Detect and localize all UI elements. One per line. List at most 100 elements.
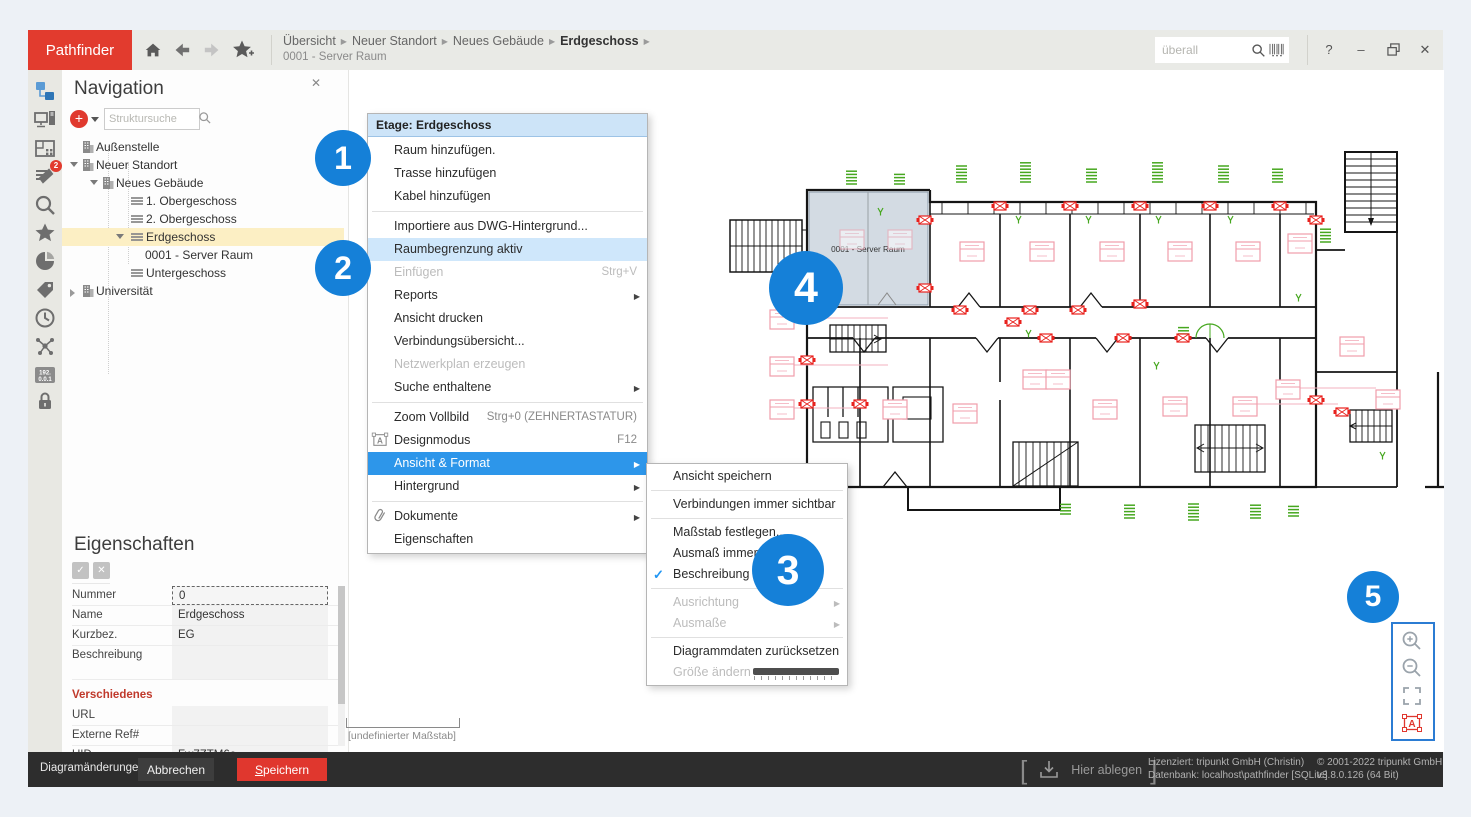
menu-item-ansicht-drucken[interactable]: Ansicht drucken xyxy=(368,307,647,330)
menu-item-ausmaße[interactable]: Ausmaße▶ xyxy=(647,613,847,634)
tree-item-universit-t[interactable]: Universität xyxy=(62,282,344,300)
menu-item-größe-ändern[interactable]: Größe ändern xyxy=(647,662,847,683)
property-value[interactable] xyxy=(172,646,328,679)
search-icon[interactable] xyxy=(1251,43,1266,58)
green-mark xyxy=(1016,216,1021,224)
menu-item-verbindungsübersicht-[interactable]: Verbindungsübersicht... xyxy=(368,330,647,353)
tree-item-0001-server-raum[interactable]: 0001 - Server Raum xyxy=(62,246,344,264)
menu-item-ansicht-&-format[interactable]: Ansicht & Format▶ xyxy=(368,452,647,475)
chevron-down-icon[interactable] xyxy=(116,234,124,239)
menu-item-zoom-vollbild[interactable]: Zoom VollbildStrg+0 (ZEHNERTASTATUR) xyxy=(368,406,647,429)
tree-item-au-enstelle[interactable]: Außenstelle xyxy=(62,138,344,156)
annotation-circle-2: 2 xyxy=(315,240,371,296)
global-search-input[interactable] xyxy=(1155,43,1251,57)
sidebar-pie-chart-icon[interactable] xyxy=(34,250,56,272)
menu-item-maßstab-festlegen-[interactable]: Maßstab festlegen... xyxy=(647,522,847,543)
design-mode-icon[interactable]: A xyxy=(1401,712,1423,734)
barcode-icon[interactable] xyxy=(1269,43,1285,57)
property-value[interactable]: 0 xyxy=(172,586,328,605)
data-socket-symbol xyxy=(960,242,984,261)
menu-item-importiere-aus-dwg-hintergrund-[interactable]: Importiere aus DWG-Hintergrund... xyxy=(368,215,647,238)
menu-item-ansicht-speichern[interactable]: Ansicht speichern xyxy=(647,466,847,487)
submenu-arrow-icon: ▶ xyxy=(634,453,640,476)
home-icon[interactable] xyxy=(140,38,166,62)
chevron-down-icon[interactable] xyxy=(90,180,98,185)
discard-button[interactable]: ✕ xyxy=(93,562,110,579)
scrollbar-thumb[interactable] xyxy=(338,586,345,704)
size-slider[interactable] xyxy=(753,668,839,675)
close-icon[interactable]: ✕ xyxy=(311,76,321,90)
sidebar-tag-icon[interactable] xyxy=(34,279,56,301)
minimize-button[interactable]: – xyxy=(1348,38,1374,62)
menu-item-raumbegrenzung-aktiv[interactable]: Raumbegrenzung aktiv xyxy=(368,238,647,261)
cancel-button[interactable]: Abbrechen xyxy=(138,758,214,781)
menu-item-kabel-hinzufügen[interactable]: Kabel hinzufügen xyxy=(368,185,647,208)
menu-item-trasse-hinzufügen[interactable]: Trasse hinzufügen xyxy=(368,162,647,185)
breadcrumb-item[interactable]: Übersicht xyxy=(283,34,336,48)
tree-item-erdgeschoss[interactable]: Erdgeschoss xyxy=(62,228,344,246)
tree-item-2-obergeschoss[interactable]: 2. Obergeschoss xyxy=(62,210,344,228)
close-button[interactable]: ✕ xyxy=(1412,38,1438,62)
restore-button[interactable] xyxy=(1380,38,1406,62)
menu-item-reports[interactable]: Reports▶ xyxy=(368,284,647,307)
floor-icon xyxy=(130,212,144,226)
breadcrumb-item-current[interactable]: Erdgeschoss xyxy=(560,34,639,48)
sidebar-room-plan-icon[interactable] xyxy=(34,137,56,159)
menu-item-dokumente[interactable]: Dokumente▶ xyxy=(368,505,647,528)
sidebar-topology-icon[interactable] xyxy=(34,335,56,357)
zoom-fit-icon[interactable] xyxy=(1401,685,1423,707)
menu-item-eigenschaften[interactable]: Eigenschaften xyxy=(368,528,647,551)
sidebar-favorites-icon[interactable] xyxy=(34,222,56,244)
chevron-down-icon[interactable] xyxy=(91,117,99,122)
drop-zone[interactable]: [ Hier ablegen ] xyxy=(1020,755,1157,784)
sidebar-tools-icon[interactable]: 2 xyxy=(34,165,56,187)
property-value[interactable]: Erdgeschoss xyxy=(172,606,328,625)
property-value[interactable] xyxy=(172,706,328,725)
search-icon[interactable] xyxy=(198,111,212,130)
menu-item-hintergrund[interactable]: Hintergrund▶ xyxy=(368,475,647,498)
property-value[interactable]: EG xyxy=(172,626,328,645)
forward-icon[interactable] xyxy=(200,38,226,62)
menu-item-einfügen[interactable]: EinfügenStrg+V xyxy=(368,261,647,284)
bracket-left: [ xyxy=(1020,757,1027,783)
app-menu-button[interactable]: Pathfinder xyxy=(28,30,132,70)
property-value[interactable] xyxy=(172,726,328,745)
chevron-right-icon[interactable] xyxy=(70,289,75,297)
structure-search-input[interactable] xyxy=(104,108,200,130)
design-a-icon: A xyxy=(371,431,390,450)
menu-item-suche-enthaltene[interactable]: Suche enthaltene▶ xyxy=(368,376,647,399)
tree-item-neuer-standort[interactable]: Neuer Standort xyxy=(62,156,344,174)
menu-item-raum-hinzufügen-[interactable]: Raum hinzufügen. xyxy=(368,139,647,162)
scrollbar[interactable] xyxy=(338,586,345,746)
help-button[interactable]: ? xyxy=(1316,38,1342,62)
zoom-in-icon[interactable] xyxy=(1401,630,1423,652)
menu-item-netzwerkplan-erzeugen[interactable]: Netzwerkplan erzeugen xyxy=(368,353,647,376)
menu-item-verbindungen-immer-sichtbar[interactable]: Verbindungen immer sichtbar xyxy=(647,494,847,515)
tree-item-untergeschoss[interactable]: Untergeschoss xyxy=(62,264,344,282)
context-menu: Etage: Erdgeschoss Raum hinzufügen.Trass… xyxy=(367,113,648,554)
apply-button[interactable]: ✓ xyxy=(72,562,89,579)
property-label: Name xyxy=(72,609,103,621)
sidebar-ip-address-icon[interactable]: 192.0.0.1 xyxy=(34,364,56,386)
back-icon[interactable] xyxy=(168,38,194,62)
zoom-out-icon[interactable] xyxy=(1401,657,1423,679)
menu-item-diagrammdaten-zurücksetzen[interactable]: Diagrammdaten zurücksetzen xyxy=(647,641,847,662)
menu-item-designmodus[interactable]: ADesignmodusF12 xyxy=(368,429,647,452)
sidebar-structure-icon[interactable] xyxy=(34,80,56,102)
tree-item-neues-geb-ude[interactable]: Neues Gebäude xyxy=(62,174,344,192)
sidebar-search-icon[interactable] xyxy=(34,194,56,216)
add-favorite-icon[interactable] xyxy=(230,38,256,62)
red-wall-marker xyxy=(952,306,969,314)
sidebar-lock-icon[interactable] xyxy=(34,390,56,412)
sidebar-history-icon[interactable] xyxy=(34,307,56,329)
green-dimension-cluster xyxy=(1272,169,1283,182)
sidebar-workstation-icon[interactable] xyxy=(34,109,56,131)
save-button[interactable]: Speichern xyxy=(237,758,327,781)
add-node-button[interactable]: + xyxy=(70,110,88,128)
breadcrumb-item[interactable]: Neues Gebäude xyxy=(453,34,544,48)
chevron-down-icon[interactable] xyxy=(70,162,78,167)
breadcrumb-item[interactable]: Neuer Standort xyxy=(352,34,437,48)
menu-item-ausrichtung[interactable]: Ausrichtung▶ xyxy=(647,592,847,613)
floorplan-right-fragment xyxy=(1425,372,1444,487)
tree-item-1-obergeschoss[interactable]: 1. Obergeschoss xyxy=(62,192,344,210)
